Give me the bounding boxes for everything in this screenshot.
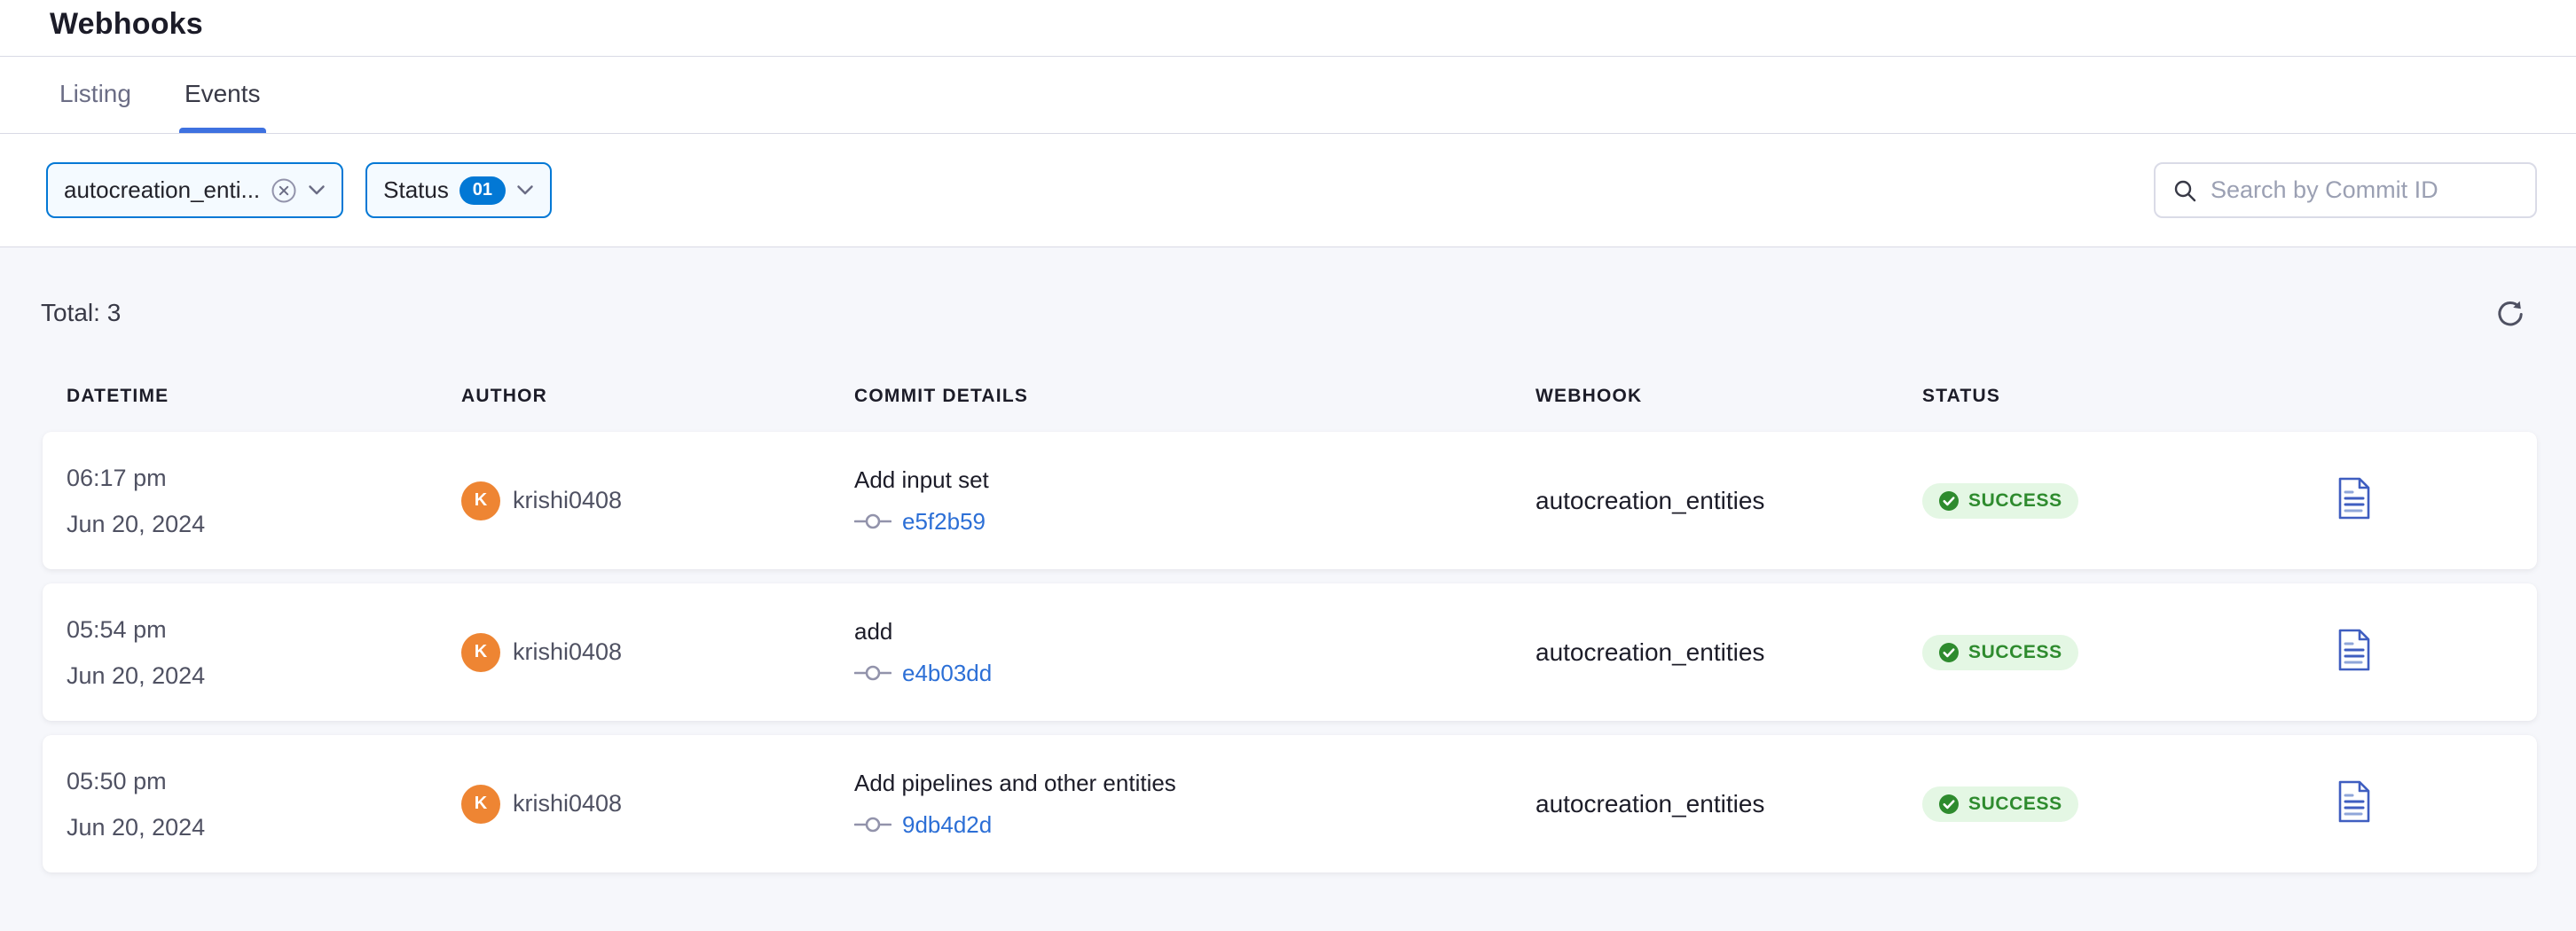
commit-message: add: [854, 618, 1535, 645]
cell-webhook: autocreation_entities: [1535, 638, 1922, 667]
status-count-badge: 01: [459, 176, 506, 205]
cell-datetime: 06:17 pm Jun 20, 2024: [67, 455, 461, 547]
git-commit-icon: [854, 663, 891, 683]
event-time: 05:50 pm: [67, 758, 461, 804]
status-badge: SUCCESS: [1922, 635, 2078, 670]
events-content: Total: 3 DATETIME AUTHOR COMMIT DETAILS …: [0, 247, 2576, 931]
status-label: SUCCESS: [1968, 642, 2062, 663]
status-badge: SUCCESS: [1922, 786, 2078, 822]
status-badge: SUCCESS: [1922, 483, 2078, 519]
commit-message: Add input set: [854, 466, 1535, 494]
event-date: Jun 20, 2024: [67, 653, 461, 699]
avatar: K: [461, 633, 500, 672]
event-time: 06:17 pm: [67, 455, 461, 501]
tab-listing[interactable]: Listing: [54, 57, 137, 133]
author-name: krishi0408: [513, 638, 622, 666]
status-label: SUCCESS: [1968, 490, 2062, 512]
commit-id-link[interactable]: e4b03dd: [902, 660, 992, 687]
cell-commit-details: Add input set e5f2b59: [854, 466, 1535, 536]
check-circle-icon: [1938, 490, 1959, 512]
cell-status: SUCCESS: [1922, 483, 2324, 519]
status-label: SUCCESS: [1968, 794, 2062, 815]
table-row: 05:54 pm Jun 20, 2024 K krishi0408 add e…: [43, 583, 2537, 721]
table-row: 05:50 pm Jun 20, 2024 K krishi0408 Add p…: [43, 735, 2537, 872]
commit-line: e5f2b59: [854, 508, 1535, 536]
filter-bar: autocreation_enti... Status 01: [0, 134, 2576, 247]
cell-status: SUCCESS: [1922, 786, 2324, 822]
table-row: 06:17 pm Jun 20, 2024 K krishi0408 Add i…: [43, 432, 2537, 569]
commit-id-link[interactable]: 9db4d2d: [902, 811, 992, 839]
cell-status: SUCCESS: [1922, 635, 2324, 670]
cell-webhook: autocreation_entities: [1535, 790, 1922, 818]
event-date: Jun 20, 2024: [67, 804, 461, 850]
column-header-author: AUTHOR: [461, 386, 854, 407]
search-box: [2154, 162, 2537, 218]
check-circle-icon: [1938, 642, 1959, 663]
total-count: Total: 3: [41, 299, 121, 327]
cell-datetime: 05:50 pm Jun 20, 2024: [67, 758, 461, 850]
event-date: Jun 20, 2024: [67, 501, 461, 547]
refresh-icon[interactable]: [2494, 297, 2526, 329]
column-header-commit-details: COMMIT DETAILS: [854, 386, 1535, 407]
table-header: DATETIME AUTHOR COMMIT DETAILS WEBHOOK S…: [43, 386, 2537, 407]
search-icon: [2172, 177, 2198, 204]
x-circle-icon[interactable]: [271, 177, 297, 204]
tabs-bar: Listing Events: [0, 57, 2576, 134]
event-time: 05:54 pm: [67, 606, 461, 653]
chevron-down-icon[interactable]: [516, 184, 534, 196]
author-name: krishi0408: [513, 790, 622, 818]
webhook-filter-chip[interactable]: autocreation_enti...: [46, 162, 343, 218]
webhooks-page: Webhooks Listing Events autocreation_ent…: [0, 0, 2576, 931]
document-icon[interactable]: [2336, 477, 2372, 520]
commit-id-link[interactable]: e5f2b59: [902, 508, 986, 536]
cell-author: K krishi0408: [461, 785, 854, 824]
cell-author: K krishi0408: [461, 481, 854, 520]
cell-payload: [2324, 629, 2537, 676]
commit-line: e4b03dd: [854, 660, 1535, 687]
cell-payload: [2324, 477, 2537, 524]
cell-commit-details: add e4b03dd: [854, 618, 1535, 687]
author-name: krishi0408: [513, 487, 622, 514]
document-icon[interactable]: [2336, 780, 2372, 823]
cell-webhook: autocreation_entities: [1535, 487, 1922, 515]
search-input[interactable]: [2211, 176, 2519, 204]
check-circle-icon: [1938, 794, 1959, 815]
avatar: K: [461, 481, 500, 520]
avatar: K: [461, 785, 500, 824]
webhook-filter-label: autocreation_enti...: [64, 176, 260, 204]
table-body: 06:17 pm Jun 20, 2024 K krishi0408 Add i…: [0, 432, 2576, 872]
cell-datetime: 05:54 pm Jun 20, 2024: [67, 606, 461, 699]
column-header-datetime: DATETIME: [67, 386, 461, 407]
chevron-down-icon[interactable]: [308, 184, 326, 196]
content-topbar: Total: 3: [0, 247, 2576, 329]
column-header-status: STATUS: [1922, 386, 2324, 407]
git-commit-icon: [854, 815, 891, 834]
tab-events[interactable]: Events: [179, 57, 266, 133]
git-commit-icon: [854, 512, 891, 531]
cell-author: K krishi0408: [461, 633, 854, 672]
cell-commit-details: Add pipelines and other entities 9db4d2d: [854, 770, 1535, 839]
status-filter-chip[interactable]: Status 01: [365, 162, 552, 218]
commit-message: Add pipelines and other entities: [854, 770, 1535, 797]
commit-line: 9db4d2d: [854, 811, 1535, 839]
page-header: Webhooks: [0, 0, 2576, 57]
cell-payload: [2324, 780, 2537, 827]
column-header-webhook: WEBHOOK: [1535, 386, 1922, 407]
document-icon[interactable]: [2336, 629, 2372, 671]
page-title: Webhooks: [50, 7, 2576, 42]
status-filter-label: Status: [383, 176, 449, 204]
